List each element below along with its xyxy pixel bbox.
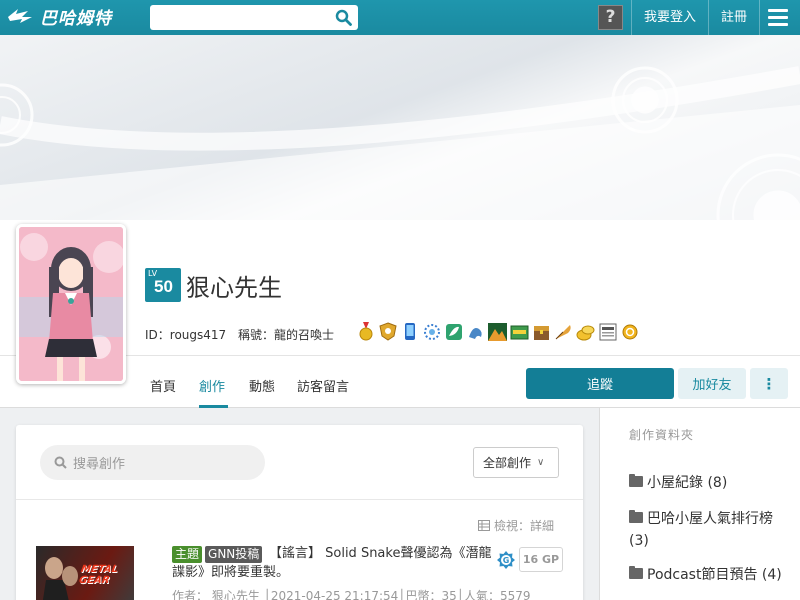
register-link[interactable]: 註冊 [709, 0, 759, 35]
post-meta: 作者： 狠心先生 │2021-04-25 21:17:54│巴幣：35│人氣：5… [172, 589, 531, 600]
view-mode-label: 檢視：詳細 [494, 519, 555, 533]
top-bar: 巴哈姆特 ? 我要登入 註冊 [0, 0, 800, 35]
profile-name: 狠心先生 [186, 274, 282, 302]
folder-item[interactable]: 小屋紀錄 (8) [629, 472, 789, 494]
phone-badge-icon[interactable] [400, 322, 419, 341]
folder-label: 巴哈小屋人氣排行榜 (3) [629, 511, 773, 549]
folder-label: 小屋紀錄 (8) [647, 475, 728, 491]
gnn-badge-icon[interactable] [598, 322, 617, 341]
mountain-badge-icon[interactable] [488, 322, 507, 341]
shield-badge-icon[interactable] [378, 322, 397, 341]
view-mode-toggle[interactable]: 檢視：詳細 [478, 517, 554, 534]
treasure-badge-icon[interactable] [532, 322, 551, 341]
more-options-button[interactable]: ⋮ [750, 368, 788, 399]
level-number: 50 [154, 277, 173, 296]
divider [759, 0, 760, 35]
site-search [150, 5, 358, 30]
active-tab-indicator [199, 405, 228, 408]
dragon-badge-icon[interactable] [466, 322, 485, 341]
hamburger-menu-icon[interactable] [768, 9, 788, 26]
gp-icon[interactable]: G [496, 550, 516, 570]
gp-count: 16 GP [519, 547, 563, 572]
site-search-input[interactable] [150, 5, 330, 30]
site-logo[interactable]: 巴哈姆特 [6, 4, 112, 29]
folder-label: Podcast節目預告 (4) [647, 567, 782, 583]
works-search-placeholder: 搜尋創作 [73, 457, 126, 472]
user-id: ID：rougs417 [145, 328, 227, 342]
works-filter-select[interactable]: 全部創作 ∨ [473, 447, 559, 478]
svg-text:G: G [503, 556, 510, 565]
chest-badge-icon[interactable] [510, 322, 529, 341]
profile-banner [0, 35, 800, 220]
coin-badge-icon[interactable] [620, 322, 639, 341]
snowflake-badge-icon[interactable] [422, 322, 441, 341]
profile-avatar[interactable] [16, 224, 126, 384]
login-link[interactable]: 我要登入 [632, 0, 708, 35]
folder-icon [629, 474, 643, 487]
folder-icon [629, 510, 643, 523]
search-icon[interactable] [335, 9, 352, 26]
tab-home[interactable]: 首頁 [150, 376, 176, 395]
folder-item[interactable]: 巴哈小屋人氣排行榜 (3) [629, 508, 789, 552]
divider [16, 499, 583, 500]
add-friend-button[interactable]: 加好友 [678, 368, 746, 399]
folder-sidebar-title: 創作資料夾 [629, 428, 695, 442]
grid-icon [478, 520, 490, 531]
level-badge: LV 50 [145, 268, 181, 302]
banner-decoration [0, 66, 800, 220]
quill-badge-icon[interactable] [554, 322, 573, 341]
post-tags: 主題 GNN投稿 [172, 546, 263, 563]
post-thumbnail[interactable]: METAL GEAR [36, 546, 134, 600]
guest-avatar-icon[interactable]: ? [598, 5, 623, 30]
gold-medal-icon[interactable] [356, 322, 375, 341]
folder-icon [629, 566, 643, 579]
user-title: 稱號：龍的召喚士 [238, 328, 335, 342]
tab-status[interactable]: 動態 [249, 376, 275, 395]
leaf-badge-icon[interactable] [444, 322, 463, 341]
filter-value: 全部創作 [483, 456, 532, 470]
coins-badge-icon[interactable] [576, 322, 595, 341]
topic-tag: 主題 [172, 546, 203, 563]
medal-list [356, 322, 639, 341]
works-card: 搜尋創作 全部創作 ∨ 檢視：詳細 METAL GEAR 【謠言】 Solid … [16, 425, 583, 600]
thumbnail-logo-text: METAL GEAR [78, 564, 119, 586]
folder-item[interactable]: Podcast節目預告 (4) [629, 564, 789, 586]
tab-guestbook[interactable]: 訪客留言 [297, 376, 349, 395]
tab-works[interactable]: 創作 [199, 376, 225, 395]
chevron-down-icon: ∨ [537, 457, 545, 468]
works-search-input[interactable]: 搜尋創作 [40, 445, 265, 480]
folder-sidebar: 創作資料夾 小屋紀錄 (8) 巴哈小屋人氣排行榜 (3) Podcast節目預告… [599, 408, 800, 600]
search-icon [54, 456, 67, 469]
anime-girl-illustration [19, 227, 123, 381]
follow-button[interactable]: 追蹤 [526, 368, 674, 399]
dragon-logo-icon [8, 8, 32, 23]
gnn-tag: GNN投稿 [205, 546, 263, 563]
logo-text: 巴哈姆特 [40, 9, 112, 29]
